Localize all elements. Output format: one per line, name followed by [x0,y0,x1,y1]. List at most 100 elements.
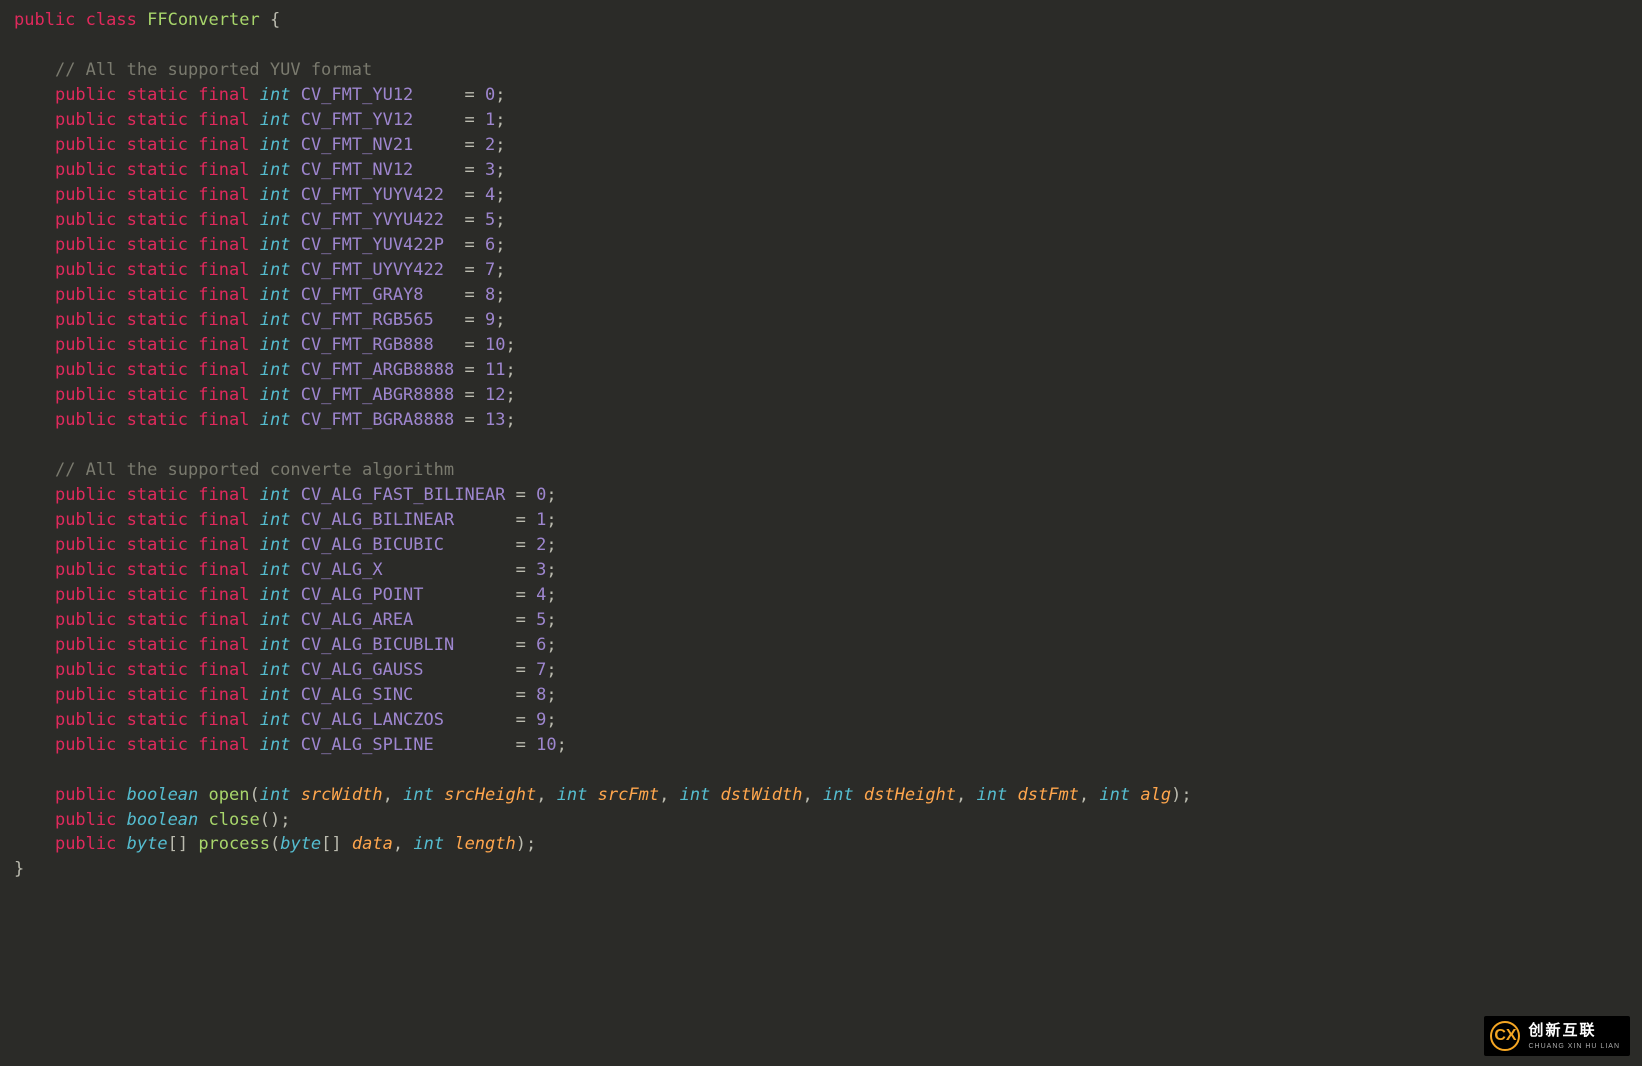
type-int: int [413,834,444,854]
type-int: int [260,385,291,405]
kw-static: static [127,610,188,630]
const-name: CV_FMT_BGRA8888 [301,410,455,430]
kw-final: final [198,660,249,680]
type-int: int [260,560,291,580]
kw-final: final [198,710,249,730]
type-int: int [260,210,291,230]
type-int: int [260,85,291,105]
const-value: 4 [536,585,546,605]
kw-static: static [127,185,188,205]
const-name: CV_ALG_POINT [301,585,424,605]
type-int: int [1099,785,1130,805]
kw-final: final [198,385,249,405]
kw-final: final [198,485,249,505]
kw-public: public [55,535,116,555]
kw-public: public [55,260,116,280]
const-value: 5 [485,210,495,230]
watermark-logo-icon: CX [1490,1021,1520,1051]
kw-static: static [127,235,188,255]
const-value: 0 [485,85,495,105]
watermark-text: 创新互联 CHUANG XIN HU LIAN [1528,1020,1620,1052]
brace-open: { [270,10,280,30]
const-name: CV_ALG_BICUBLIN [301,635,455,655]
kw-public: public [55,410,116,430]
kw-static: static [127,160,188,180]
const-value: 9 [485,310,495,330]
const-name: CV_ALG_LANCZOS [301,710,444,730]
kw-static: static [127,385,188,405]
class-name: FFConverter [147,10,260,30]
const-value: 0 [536,485,546,505]
kw-class: class [86,10,137,30]
const-name: CV_FMT_ABGR8888 [301,385,455,405]
const-value: 12 [485,385,505,405]
const-name: CV_FMT_ARGB8888 [301,360,455,380]
kw-public: public [55,785,116,805]
kw-public: public [55,360,116,380]
kw-public: public [55,585,116,605]
kw-static: static [127,335,188,355]
const-value: 13 [485,410,505,430]
type-boolean: boolean [127,785,199,805]
type-int: int [260,410,291,430]
type-int: int [260,610,291,630]
const-value: 6 [536,635,546,655]
type-int: int [260,285,291,305]
kw-public: public [55,310,116,330]
kw-final: final [198,235,249,255]
kw-final: final [198,685,249,705]
const-value: 8 [536,685,546,705]
kw-public: public [55,485,116,505]
const-name: CV_FMT_YV12 [301,110,414,130]
kw-final: final [198,535,249,555]
kw-public: public [55,285,116,305]
kw-static: static [127,310,188,330]
const-name: CV_FMT_YUYV422 [301,185,444,205]
type-int: int [823,785,854,805]
kw-public: public [55,160,116,180]
const-value: 1 [536,510,546,530]
type-int: int [260,135,291,155]
code-block: public class FFConverter { // All the su… [14,8,1628,882]
kw-final: final [198,735,249,755]
kw-public: public [55,635,116,655]
kw-final: final [198,85,249,105]
kw-public: public [55,685,116,705]
param-length: length [454,834,515,854]
const-value: 2 [485,135,495,155]
const-value: 10 [485,335,505,355]
kw-final: final [198,510,249,530]
brace-close: } [14,859,24,879]
const-name: CV_FMT_RGB565 [301,310,434,330]
const-value: 10 [536,735,556,755]
kw-static: static [127,410,188,430]
param-data: data [352,834,393,854]
kw-public: public [55,810,116,830]
type-int: int [260,110,291,130]
kw-final: final [198,260,249,280]
watermark-en: CHUANG XIN HU LIAN [1528,1042,1620,1052]
watermark-cn: 创新互联 [1528,1020,1620,1042]
kw-static: static [127,560,188,580]
kw-public: public [55,185,116,205]
const-name: CV_FMT_YUV422P [301,235,444,255]
const-name: CV_ALG_BICUBIC [301,535,444,555]
const-name: CV_ALG_X [301,560,383,580]
const-name: CV_FMT_NV12 [301,160,414,180]
kw-static: static [127,735,188,755]
type-int: int [260,510,291,530]
const-name: CV_ALG_SINC [301,685,414,705]
watermark: CX 创新互联 CHUANG XIN HU LIAN [1484,1016,1630,1056]
kw-final: final [198,560,249,580]
const-name: CV_FMT_NV21 [301,135,414,155]
kw-final: final [198,335,249,355]
type-int: int [260,335,291,355]
kw-final: final [198,135,249,155]
comment-alg: // All the supported converte algorithm [55,460,454,480]
type-int: int [260,485,291,505]
kw-public: public [55,135,116,155]
param-dstHeight: dstHeight [864,785,956,805]
kw-static: static [127,485,188,505]
type-int: int [260,685,291,705]
kw-static: static [127,585,188,605]
